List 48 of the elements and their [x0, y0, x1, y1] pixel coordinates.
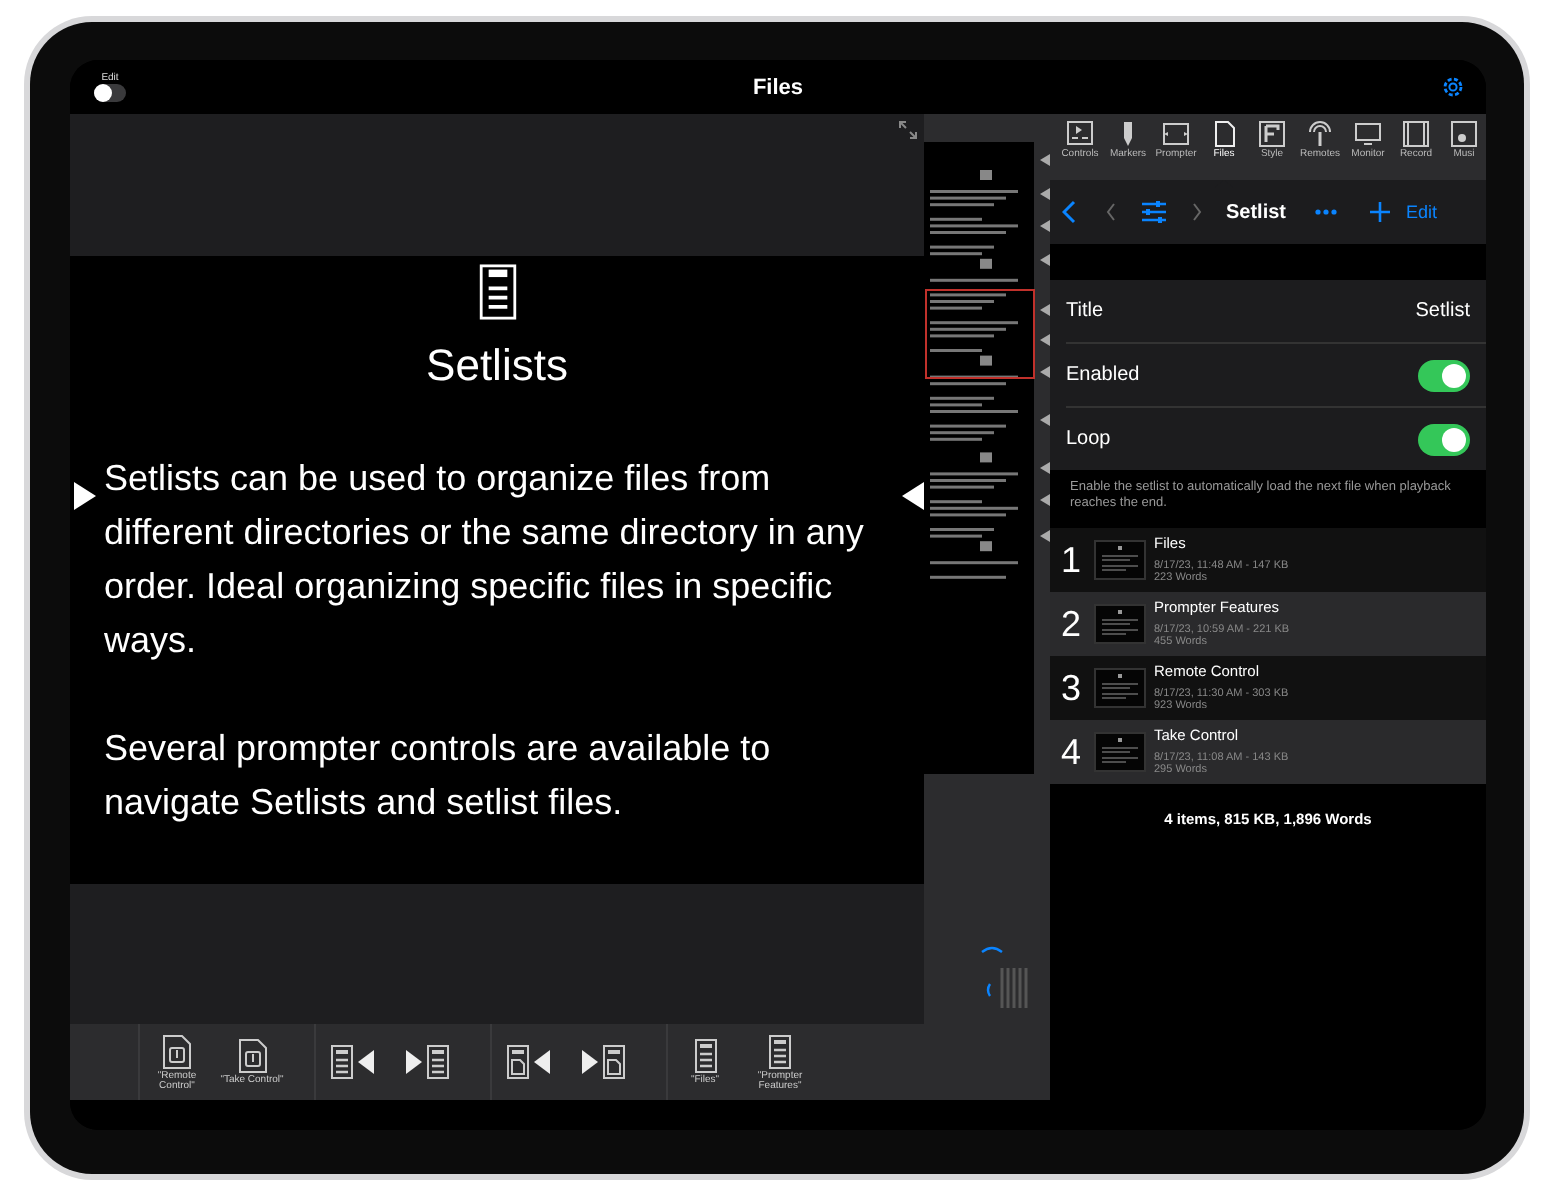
- chevron-right-icon[interactable]: [1192, 202, 1202, 222]
- pointer-icon: [74, 482, 96, 510]
- document-thumbnail: [1094, 540, 1146, 580]
- item-number: 3: [1058, 667, 1083, 709]
- item-number: 4: [1058, 731, 1083, 773]
- set-document-icon: [477, 264, 517, 320]
- chevron-left-icon[interactable]: [1106, 202, 1116, 222]
- document-thumbnail: [1094, 732, 1146, 772]
- set-document-icon: [768, 1033, 792, 1069]
- minimap-drawing[interactable]: [924, 114, 1050, 774]
- file-icon: [162, 1033, 192, 1069]
- nav-title: Setlist: [1226, 201, 1287, 223]
- play-panel-icon: [1066, 120, 1094, 148]
- edit-toggle[interactable]: [94, 84, 126, 102]
- monitor-icon: [1354, 120, 1382, 148]
- more-icon[interactable]: [1314, 208, 1339, 216]
- add-icon[interactable]: [1370, 202, 1391, 222]
- expand-icon[interactable]: [898, 120, 918, 140]
- antenna-icon: [1306, 120, 1334, 148]
- toggle-switch[interactable]: [1418, 359, 1470, 391]
- item-number: 2: [1058, 603, 1083, 645]
- font-icon: [1258, 120, 1286, 148]
- set-back-icon: [329, 1044, 377, 1080]
- prompter-heading: Setlists: [426, 340, 568, 392]
- set-file-forward-icon: [580, 1044, 628, 1080]
- pointer-icon: [902, 482, 924, 510]
- document-thumbnail: [1094, 604, 1146, 644]
- screen-icon: [1162, 120, 1190, 148]
- set-file-back-icon: [505, 1044, 553, 1080]
- edit-button[interactable]: Edit: [1406, 202, 1438, 222]
- settings-icon[interactable]: [1440, 74, 1466, 100]
- prompter-text: Several prompter controls are available to navigate Setlists and setlist files.: [104, 726, 773, 826]
- item-number: 1: [1058, 539, 1083, 581]
- document-thumbnail: [1094, 668, 1146, 708]
- sliders-icon[interactable]: [1140, 200, 1168, 224]
- prompter-text: Setlists can be used to organize files from different directories or the same directory in any order. Ideal organizing specific files in specific ways.: [104, 456, 864, 664]
- setting-label: Title: [1066, 300, 1104, 322]
- setting-value: Setlist: [1415, 300, 1470, 322]
- file-icon: [237, 1038, 267, 1074]
- document-icon: [1210, 120, 1238, 148]
- film-icon: [1402, 120, 1430, 148]
- screen-title: Files: [752, 75, 804, 99]
- set-document-icon: [693, 1038, 717, 1074]
- set-forward-icon: [404, 1044, 452, 1080]
- toggle-switch[interactable]: [1418, 423, 1470, 455]
- setting-label: Loop: [1066, 428, 1111, 450]
- back-icon[interactable]: [1062, 200, 1078, 224]
- setting-label: Enabled: [1066, 364, 1140, 386]
